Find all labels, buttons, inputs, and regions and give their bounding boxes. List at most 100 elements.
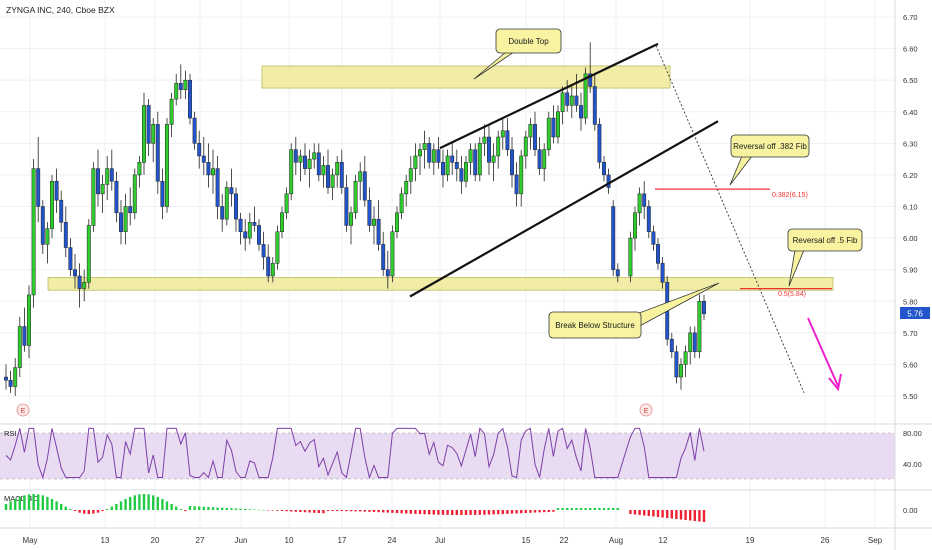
candle-body[interactable] <box>496 136 501 157</box>
candle-body[interactable] <box>633 212 637 239</box>
candle-body[interactable] <box>679 364 683 378</box>
candle-body[interactable] <box>477 143 482 176</box>
candle-body[interactable] <box>445 155 450 176</box>
candle-body[interactable] <box>473 149 478 176</box>
candle-body[interactable] <box>353 180 358 214</box>
candle-body[interactable] <box>592 86 597 125</box>
candle-body[interactable] <box>261 244 266 258</box>
candle-body[interactable] <box>702 301 706 315</box>
candle-body[interactable] <box>505 130 510 150</box>
candle-body[interactable] <box>8 379 13 387</box>
candle-body[interactable] <box>307 158 312 169</box>
candle-body[interactable] <box>528 124 533 138</box>
candle-body[interactable] <box>367 199 372 226</box>
candle-body[interactable] <box>275 231 280 264</box>
candle-body[interactable] <box>119 212 123 233</box>
candle-body[interactable] <box>63 222 68 248</box>
earnings-marker-2[interactable]: E <box>639 403 653 417</box>
candle-body[interactable] <box>40 206 45 245</box>
candle-body[interactable] <box>395 212 399 233</box>
candle-body[interactable] <box>243 231 248 239</box>
candle-body[interactable] <box>335 162 340 176</box>
candle-body[interactable] <box>579 105 583 119</box>
candle-body[interactable] <box>91 168 96 226</box>
candle-body[interactable] <box>27 294 31 346</box>
candle-body[interactable] <box>362 171 367 201</box>
candle-body[interactable] <box>514 174 519 195</box>
candle-body[interactable] <box>298 155 303 163</box>
candle-body[interactable] <box>234 193 238 220</box>
candle-body[interactable] <box>192 117 197 144</box>
candle-body[interactable] <box>556 111 560 138</box>
candle-body[interactable] <box>692 332 697 353</box>
candle-body[interactable] <box>468 149 473 163</box>
candle-body[interactable] <box>611 206 616 270</box>
candle-body[interactable] <box>316 152 321 176</box>
candle-body[interactable] <box>321 165 326 176</box>
candle-body[interactable] <box>252 222 257 226</box>
candle-body[interactable] <box>100 184 105 195</box>
candle-body[interactable] <box>17 326 22 368</box>
candle-body[interactable] <box>238 218 243 233</box>
candle-body[interactable] <box>546 117 551 150</box>
candle-body[interactable] <box>404 180 409 195</box>
candle-body[interactable] <box>123 206 128 233</box>
candle-body[interactable] <box>542 149 547 169</box>
candle-body[interactable] <box>197 143 202 157</box>
candle-body[interactable] <box>408 168 413 182</box>
candle-body[interactable] <box>201 155 206 163</box>
candle-body[interactable] <box>372 218 376 226</box>
candle-body[interactable] <box>165 124 169 207</box>
candle-body[interactable] <box>109 168 114 182</box>
candle-body[interactable] <box>220 206 225 220</box>
candle-body[interactable] <box>31 168 36 296</box>
candle-body[interactable] <box>464 162 468 182</box>
candle-body[interactable] <box>289 149 294 195</box>
candle-body[interactable] <box>183 79 188 90</box>
candle-body[interactable] <box>4 376 8 381</box>
candle-body[interactable] <box>188 79 192 119</box>
candle-body[interactable] <box>349 212 353 226</box>
candle-body[interactable] <box>551 117 556 138</box>
candle-body[interactable] <box>160 180 165 207</box>
candle-body[interactable] <box>224 187 229 220</box>
candle-body[interactable] <box>45 228 50 245</box>
candle-body[interactable] <box>459 168 464 182</box>
candle-body[interactable] <box>211 168 215 176</box>
candle-body[interactable] <box>142 105 146 163</box>
candle-body[interactable] <box>441 162 445 176</box>
candle-body[interactable] <box>500 130 505 138</box>
candle-body[interactable] <box>385 269 390 277</box>
candle-body[interactable] <box>229 187 234 195</box>
candle-body[interactable] <box>247 222 252 239</box>
candle-body[interactable] <box>54 180 59 201</box>
candle-body[interactable] <box>174 83 179 100</box>
candle-body[interactable] <box>77 275 82 289</box>
candle-body[interactable] <box>583 73 588 119</box>
candle-body[interactable] <box>674 351 679 378</box>
candle-body[interactable] <box>128 206 133 214</box>
candle-body[interactable] <box>656 244 660 264</box>
candle-body[interactable] <box>427 143 432 163</box>
candle-body[interactable] <box>13 367 18 387</box>
candle-body[interactable] <box>399 193 404 214</box>
candle-body[interactable] <box>358 171 363 182</box>
candle-body[interactable] <box>569 95 574 106</box>
candle-body[interactable] <box>637 193 642 214</box>
candle-body[interactable] <box>146 105 151 144</box>
candle-body[interactable] <box>491 155 496 163</box>
candle-body[interactable] <box>96 168 100 195</box>
candle-body[interactable] <box>206 162 211 176</box>
candle-body[interactable] <box>642 193 647 207</box>
candle-body[interactable] <box>422 143 427 150</box>
candle-body[interactable] <box>606 174 611 188</box>
candle-body[interactable] <box>523 136 528 157</box>
candle-body[interactable] <box>390 231 395 277</box>
candle-body[interactable] <box>450 155 455 163</box>
candle-body[interactable] <box>482 136 487 144</box>
candle-body[interactable] <box>280 212 284 233</box>
candle-body[interactable] <box>82 282 87 289</box>
candle-body[interactable] <box>597 124 602 163</box>
candle-body[interactable] <box>339 162 344 188</box>
candle-body[interactable] <box>454 162 459 169</box>
